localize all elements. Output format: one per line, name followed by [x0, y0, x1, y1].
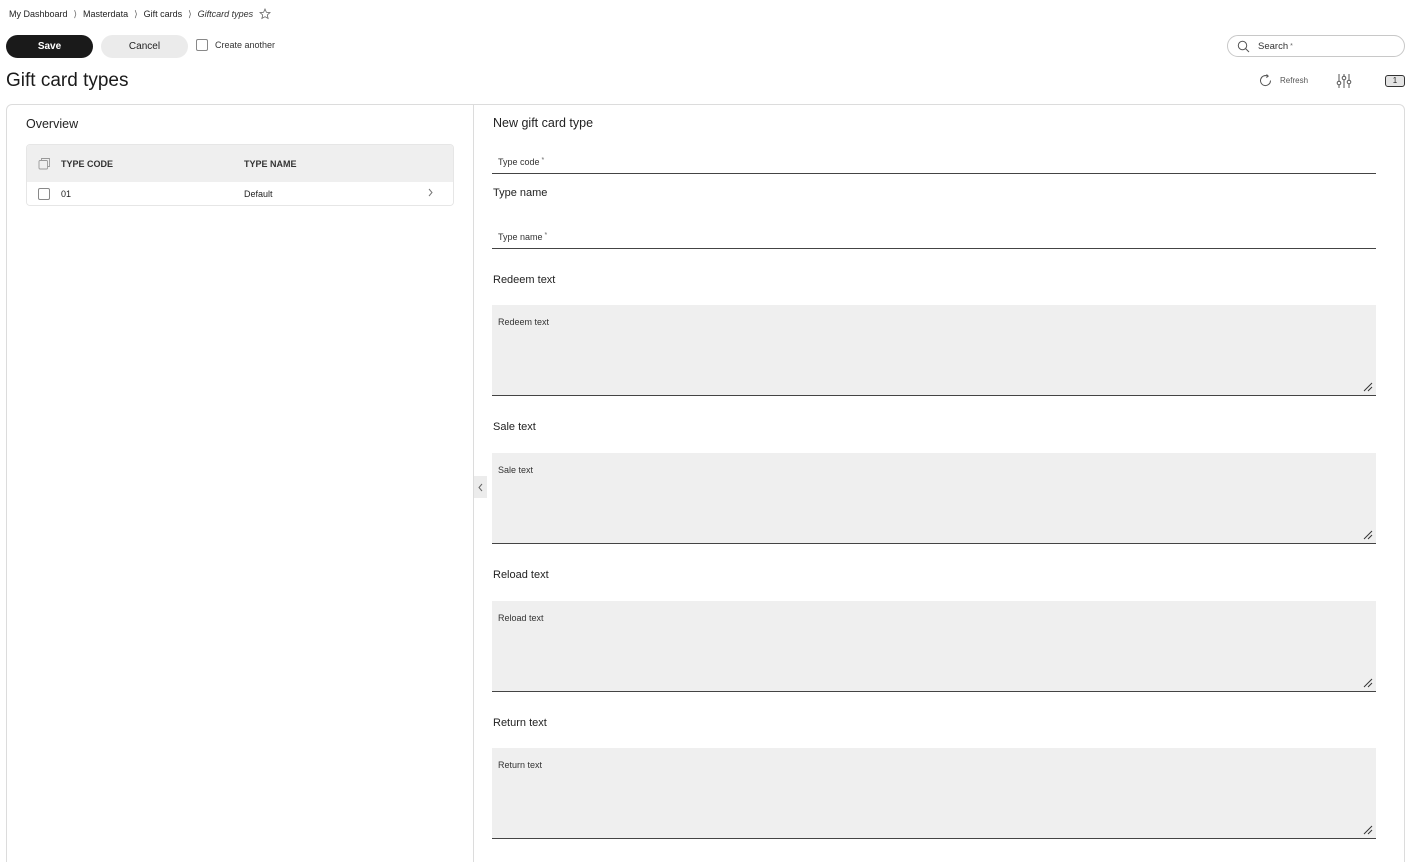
redeem-text-area[interactable]: Redeem text: [492, 305, 1376, 396]
collapse-panel-button[interactable]: [474, 476, 487, 498]
return-text-placeholder: Return text: [498, 760, 543, 770]
star-icon[interactable]: [259, 7, 272, 20]
resize-grip-icon[interactable]: [1363, 382, 1373, 392]
sale-text-section-label: Sale text: [493, 421, 536, 433]
resize-grip-icon[interactable]: [1363, 825, 1373, 835]
breadcrumb-item-gift-cards[interactable]: Gift cards: [144, 9, 183, 19]
return-text-section-label: Return text: [493, 717, 547, 729]
refresh-label: Refresh: [1280, 76, 1309, 85]
redeem-text-section-label: Redeem text: [493, 274, 556, 286]
reload-text-section-label: Reload text: [493, 569, 549, 581]
create-another-checkbox[interactable]: [196, 39, 208, 51]
search-input[interactable]: Search *: [1227, 35, 1405, 57]
search-placeholder: Search: [1258, 40, 1289, 52]
column-header-type-code[interactable]: TYPE CODE: [61, 159, 244, 169]
column-header-type-name[interactable]: TYPE NAME: [244, 159, 297, 169]
create-another-label: Create another: [215, 40, 276, 50]
select-all-toggle[interactable]: [27, 157, 61, 170]
sliders-icon[interactable]: [1336, 73, 1352, 94]
overview-title: Overview: [26, 117, 79, 131]
type-code-label: Type code: [498, 157, 540, 167]
search-icon: [1237, 40, 1250, 52]
redeem-text-placeholder: Redeem text: [498, 317, 550, 327]
resize-grip-icon[interactable]: [1363, 678, 1373, 688]
table-header: TYPE CODE TYPE NAME: [27, 145, 453, 182]
sale-text-placeholder: Sale text: [498, 465, 534, 475]
table-row[interactable]: 01 Default: [27, 182, 453, 205]
create-another-toggle[interactable]: Create another: [196, 39, 275, 51]
form-title: New gift card type: [493, 116, 594, 130]
cell-type-code: 01: [61, 189, 72, 199]
save-button[interactable]: Save: [6, 35, 93, 58]
refresh-button[interactable]: Refresh: [1258, 73, 1308, 88]
count-badge[interactable]: 1: [1385, 75, 1405, 87]
reload-text-area[interactable]: Reload text: [492, 601, 1376, 692]
breadcrumb-separator: ⟩: [134, 8, 138, 19]
return-text-area[interactable]: Return text: [492, 748, 1376, 839]
page-title: Gift card types: [6, 70, 129, 91]
type-name-section-label: Type name: [493, 187, 548, 199]
type-name-label: Type name: [498, 232, 543, 242]
chevron-left-icon: [478, 483, 483, 491]
resize-grip-icon[interactable]: [1363, 530, 1373, 540]
sale-text-area[interactable]: Sale text: [492, 453, 1376, 544]
cancel-button[interactable]: Cancel: [101, 35, 188, 58]
breadcrumb-item-masterdata[interactable]: Masterdata: [83, 9, 128, 19]
refresh-icon: [1260, 74, 1272, 87]
type-name-required-mark: *: [544, 232, 548, 239]
cell-type-name: Default: [244, 189, 273, 199]
search-required-mark: *: [1290, 42, 1293, 50]
chevron-right-icon[interactable]: [427, 188, 453, 200]
breadcrumb: My Dashboard ⟩ Masterdata ⟩ Gift cards ⟩…: [9, 7, 272, 21]
select-all-icon: [38, 158, 50, 170]
breadcrumb-current: Giftcard types: [197, 9, 254, 19]
type-code-field[interactable]: Type code *: [492, 152, 1376, 174]
type-name-field[interactable]: Type name *: [492, 227, 1376, 249]
breadcrumb-separator: ⟩: [73, 8, 78, 19]
overview-table: TYPE CODE TYPE NAME 01 Default: [26, 144, 454, 206]
reload-text-placeholder: Reload text: [498, 613, 544, 623]
type-code-required-mark: *: [541, 157, 545, 164]
row-checkbox[interactable]: [38, 188, 50, 200]
breadcrumb-item-dashboard[interactable]: My Dashboard: [9, 9, 68, 19]
breadcrumb-separator: ⟩: [188, 8, 192, 19]
